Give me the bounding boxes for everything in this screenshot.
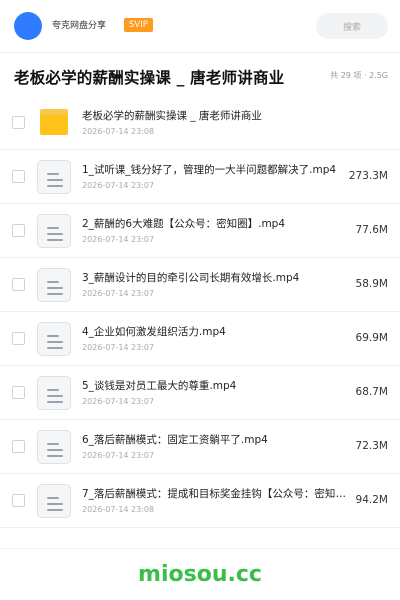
file-time: 2026-07-14 23:07 xyxy=(82,235,155,244)
file-size: 77.6M xyxy=(355,224,388,236)
document-icon xyxy=(36,430,72,464)
file-size: 273.3M xyxy=(348,170,388,182)
watermark: miosou.cc xyxy=(138,562,262,587)
file-name: 4_企业如何激发组织活力.mp4 xyxy=(82,326,226,338)
document-icon xyxy=(36,160,72,194)
footer-divider xyxy=(0,548,400,549)
header-divider xyxy=(0,52,400,53)
file-size: 68.7M xyxy=(355,386,388,398)
file-name: 1_试听课_钱分好了，管理的一大半问题都解决了.mp4 xyxy=(82,164,337,176)
page-title: 老板必学的薪酬实操课 _ 唐老师讲商业 xyxy=(14,69,285,87)
file-time: 2026-07-14 23:07 xyxy=(82,451,155,460)
list-item[interactable]: 7_落后薪酬模式：提成和目标奖金挂钩【公众号：密知圈】.mp4 2026-07-… xyxy=(0,474,400,528)
file-time: 2026-07-14 23:07 xyxy=(82,289,155,298)
file-size: 72.3M xyxy=(355,440,388,452)
list-item[interactable]: 5_谈钱是对员工最大的尊重.mp4 2026-07-14 23:07 68.7M xyxy=(0,366,400,420)
document-icon xyxy=(36,484,72,518)
row-checkbox[interactable] xyxy=(12,440,25,453)
file-time: 2026-07-14 23:07 xyxy=(82,343,155,352)
row-checkbox[interactable] xyxy=(12,224,25,237)
document-icon xyxy=(36,214,72,248)
row-checkbox[interactable] xyxy=(12,494,25,507)
list-item[interactable]: 1_试听课_钱分好了，管理的一大半问题都解决了.mp4 2026-07-14 2… xyxy=(0,150,400,204)
file-name: 7_落后薪酬模式：提成和目标奖金挂钩【公众号：密知圈】.mp4 xyxy=(82,488,347,500)
search-placeholder: 搜索 xyxy=(342,22,361,33)
share-name: 夸克网盘分享 xyxy=(52,21,107,31)
file-name: 5_谈钱是对员工最大的尊重.mp4 xyxy=(82,380,237,392)
list-item[interactable]: 老板必学的薪酬实操课 _ 唐老师讲商业 2026-07-14 23:08 xyxy=(0,96,400,150)
header: 夸克网盘分享 SVIP 搜索 xyxy=(0,0,400,52)
list-item[interactable]: 6_落后薪酬模式：固定工资躺平了.mp4 2026-07-14 23:07 72… xyxy=(0,420,400,474)
file-name: 2_薪酬的6大难题【公众号：密知圈】.mp4 xyxy=(82,218,286,230)
file-size: 58.9M xyxy=(355,278,388,290)
file-name: 3_薪酬设计的目的牵引公司长期有效增长.mp4 xyxy=(82,272,300,284)
file-time: 2026-07-14 23:08 xyxy=(82,127,155,136)
file-name: 6_落后薪酬模式：固定工资躺平了.mp4 xyxy=(82,434,268,446)
row-checkbox[interactable] xyxy=(12,170,25,183)
folder-meta: 共 29 项 · 2.5G xyxy=(330,71,388,80)
row-checkbox[interactable] xyxy=(12,386,25,399)
avatar[interactable] xyxy=(14,12,42,40)
row-checkbox[interactable] xyxy=(12,116,25,129)
list-item[interactable]: 4_企业如何激发组织活力.mp4 2026-07-14 23:07 69.9M xyxy=(0,312,400,366)
file-time: 2026-07-14 23:07 xyxy=(82,181,155,190)
document-icon xyxy=(36,268,72,302)
svip-badge: SVIP xyxy=(124,18,153,32)
file-list: 老板必学的薪酬实操课 _ 唐老师讲商业 2026-07-14 23:08 1_试… xyxy=(0,96,400,528)
row-checkbox[interactable] xyxy=(12,278,25,291)
file-name: 老板必学的薪酬实操课 _ 唐老师讲商业 xyxy=(82,110,262,122)
document-icon xyxy=(36,376,72,410)
title-row: 老板必学的薪酬实操课 _ 唐老师讲商业 共 29 项 · 2.5G xyxy=(0,56,400,96)
list-item[interactable]: 2_薪酬的6大难题【公众号：密知圈】.mp4 2026-07-14 23:07 … xyxy=(0,204,400,258)
document-icon xyxy=(36,322,72,356)
file-size: 69.9M xyxy=(355,332,388,344)
search-input[interactable]: 搜索 xyxy=(316,13,388,39)
file-size: 94.2M xyxy=(355,494,388,506)
row-checkbox[interactable] xyxy=(12,332,25,345)
file-time: 2026-07-14 23:08 xyxy=(82,505,155,514)
list-item[interactable]: 3_薪酬设计的目的牵引公司长期有效增长.mp4 2026-07-14 23:07… xyxy=(0,258,400,312)
folder-icon xyxy=(36,106,72,140)
file-time: 2026-07-14 23:07 xyxy=(82,397,155,406)
